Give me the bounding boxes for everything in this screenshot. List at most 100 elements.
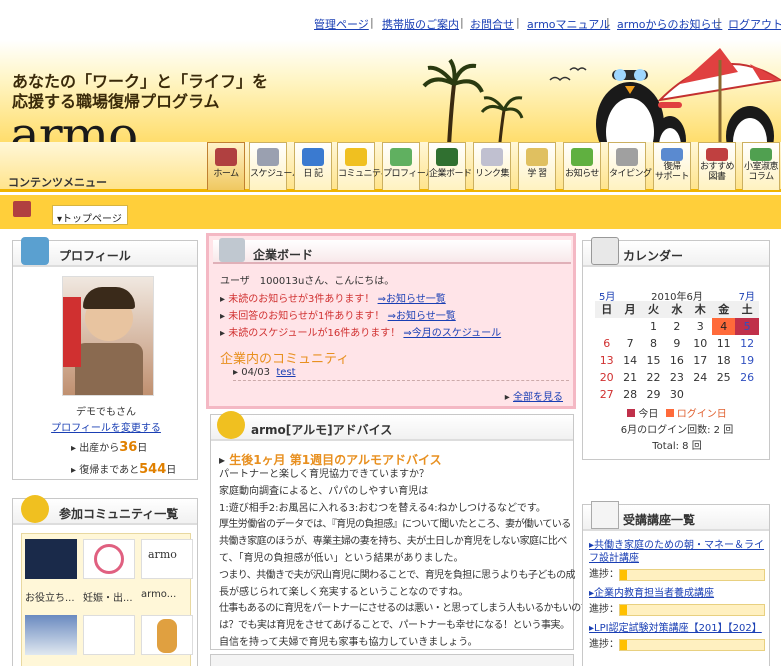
course-link[interactable]: ▸LPI認定試験対策講座【201】【202】 (589, 623, 762, 634)
nav-label: コラム (748, 172, 774, 182)
calendar-day[interactable]: 7 (618, 335, 641, 352)
nav-schedule[interactable]: スケジュール (249, 142, 301, 190)
bullet-icon: ▸ (220, 311, 229, 322)
calendar-day[interactable]: 9 (665, 335, 688, 352)
edit-profile-link[interactable]: プロフィールを変更する (13, 419, 199, 434)
separator: | (516, 16, 520, 29)
advice-line: 1:遊び相手2:お風呂に入れる3:おむつを替える4:ねかしつけるなどです。 (219, 502, 546, 514)
nav-study[interactable]: 学 習 (518, 142, 556, 190)
top-link-manual[interactable]: armoマニュアル (527, 16, 610, 32)
house-icon (215, 148, 237, 166)
calendar-day[interactable]: 4 (712, 318, 736, 335)
course-item: ▸企業内教育担当者養成講座 進捗： (589, 587, 765, 616)
course-progress: 進捗： (589, 568, 765, 581)
calendar-day[interactable]: 23 (665, 369, 688, 386)
calendar-day[interactable]: 1 (642, 318, 665, 335)
calendar-day[interactable]: 13 (595, 352, 618, 369)
calendar-day[interactable]: 2 (665, 318, 688, 335)
community-thumb[interactable]: armo (141, 539, 193, 579)
community-thumb[interactable] (141, 615, 193, 655)
community-item-link[interactable]: test (276, 367, 295, 378)
nav-return-support[interactable]: 復帰 サポート (653, 142, 691, 190)
profile-panel: プロフィール デモでもさん プロフィールを変更する ▸ 出産から36日 ▸ 復帰… (12, 237, 199, 480)
nav-recommended-books[interactable]: おすすめ 図書 (698, 142, 736, 190)
calendar-day[interactable]: 19 (735, 352, 758, 369)
nav-label: 小室淑恵 (743, 162, 779, 172)
top-link-logout[interactable]: ログアウト (728, 16, 781, 32)
calendar-day[interactable]: 18 (712, 352, 735, 369)
profile-photo[interactable] (62, 276, 154, 396)
nav-notice[interactable]: お知らせ (563, 142, 601, 190)
calendar-day[interactable]: 5 (735, 318, 759, 335)
advice-line: 長が感じられて楽しく充実するということなのですね。 (219, 586, 469, 598)
bullet-icon: ▸ (71, 465, 80, 476)
calendar-day[interactable]: 29 (642, 386, 665, 403)
nav-profile[interactable]: プロフィール (382, 142, 434, 190)
calendar-day[interactable]: 22 (642, 369, 665, 386)
community-label[interactable]: お役立ち... (25, 589, 75, 604)
nav-label: おすすめ (699, 162, 735, 172)
calendar-day[interactable]: 12 (735, 335, 758, 352)
see-all-link[interactable]: 全部を見る (513, 392, 563, 403)
notice-row: ▸ 未読のスケジュールが16件あります！ ⇒今月のスケジュール (220, 324, 501, 339)
calendar-day[interactable]: 8 (642, 335, 665, 352)
advice-line: つまり、共働きで夫が沢山育児に関わることで、育児を負担に思うよりも子どもの成 (219, 569, 576, 581)
calendar-day[interactable]: 6 (595, 335, 618, 352)
calendar-day[interactable]: 14 (618, 352, 641, 369)
calendar-day[interactable]: 30 (665, 386, 688, 403)
calendar-day[interactable]: 27 (595, 386, 618, 403)
calendar-day[interactable]: 24 (689, 369, 712, 386)
calendar-day[interactable]: 20 (595, 369, 618, 386)
calendar-day[interactable]: 21 (618, 369, 641, 386)
top-link-news[interactable]: armoからのお知らせ (617, 16, 722, 32)
notice-text: 未読のスケジュールが16件あります！ (228, 328, 401, 339)
login-count: 6月のログイン回数: 2 回 (620, 425, 734, 436)
weekday-header: 火 (641, 301, 666, 318)
community-label[interactable]: 妊娠・出... (83, 589, 133, 604)
nav-community[interactable]: コミュニティ (337, 142, 389, 190)
nav-company-board[interactable]: 企業ボード (428, 142, 472, 190)
calendar-day[interactable]: 26 (735, 369, 758, 386)
schedule-link[interactable]: ⇒今月のスケジュール (403, 328, 501, 339)
calendar-day[interactable]: 16 (665, 352, 688, 369)
legend-login: ログイン日 (676, 409, 727, 420)
calendar-day[interactable]: 11 (712, 335, 735, 352)
course-link[interactable]: ▸共働き家庭のための朝・マネー＆ライフ設計講座 (589, 540, 764, 564)
separator: | (717, 16, 721, 29)
nav-typing[interactable]: タイピング (608, 142, 652, 190)
community-thumb[interactable] (83, 539, 135, 579)
progress-fill (620, 639, 628, 650)
since-days: 36 (119, 440, 138, 455)
top-link-admin[interactable]: 管理ページ (314, 16, 369, 32)
course-link[interactable]: ▸企業内教育担当者養成講座 (589, 588, 714, 599)
company-board-panel: 企業ボード ユーザ 100013uさん、こんにちは。 ▸ 未読のお知らせが3件あ… (206, 233, 576, 409)
nav-links[interactable]: リンク集 (473, 142, 511, 190)
calendar-day[interactable]: 17 (689, 352, 712, 369)
calendar-day[interactable]: 3 (689, 318, 712, 335)
nav-label: スケジュール (250, 169, 301, 179)
bullet-icon: ▸ (233, 367, 242, 378)
community-label[interactable]: armo... (141, 589, 176, 600)
notice-list-link[interactable]: ⇒お知らせ一覧 (378, 294, 446, 305)
advice-panel: armo[アルモ]アドバイス ▸ 生後1ヶ月 第1週目のアルモアドバイス パート… (210, 411, 591, 650)
weekday-header: 土 (735, 301, 759, 318)
keyboard-icon (616, 148, 638, 166)
community-thumb[interactable] (25, 539, 77, 579)
nav-label: 図書 (708, 172, 726, 182)
calendar-day[interactable]: 15 (642, 352, 665, 369)
company-community-heading: 企業内のコミュニティ (220, 352, 350, 367)
community-thumb[interactable] (25, 615, 77, 655)
tagline-line-1: あなたの「ワーク」と「ライフ」を (12, 72, 269, 91)
legend-today: 今日 (638, 409, 659, 420)
nav-column[interactable]: 小室淑恵 コラム (742, 142, 780, 190)
top-link-mobile[interactable]: 携帯版のご案内 (382, 16, 459, 32)
notice-list-link[interactable]: ⇒お知らせ一覧 (388, 311, 456, 322)
community-thumb[interactable] (83, 615, 135, 655)
calendar-day[interactable]: 10 (689, 335, 712, 352)
calendar-day[interactable]: 28 (618, 386, 641, 403)
nav-diary[interactable]: 日 記 (294, 142, 332, 190)
top-link-contact[interactable]: お問合せ (470, 16, 514, 32)
calendar-day[interactable]: 25 (712, 369, 735, 386)
user-greeting: ユーザ 100013uさん、こんにちは。 (220, 276, 395, 287)
nav-home[interactable]: ホーム (207, 142, 245, 190)
